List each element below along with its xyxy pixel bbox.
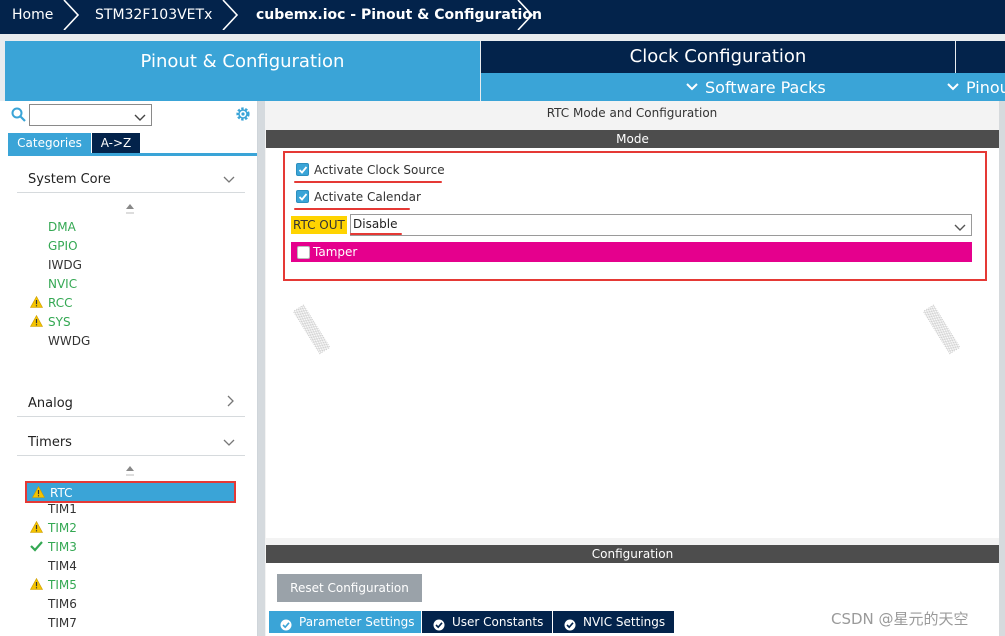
checkbox-checked-icon	[296, 190, 309, 203]
tab-nvic-settings[interactable]: NVIC Settings	[553, 611, 674, 633]
group-timers-label: Timers	[28, 435, 72, 450]
activate-calendar-label: Activate Calendar	[314, 190, 421, 204]
annotation-underline	[294, 181, 442, 183]
csdn-watermark: CSDN @星元的天空	[831, 610, 969, 628]
breadcrumb-home[interactable]: Home	[12, 0, 53, 30]
chevron-down-icon	[223, 173, 235, 187]
chevron-down-icon	[134, 111, 146, 125]
tamper-label: Tamper	[313, 245, 358, 259]
list-item-tim7[interactable]: TIM7	[48, 614, 77, 632]
list-item-tim5[interactable]: TIM5	[48, 576, 77, 594]
chevron-down-icon	[686, 83, 698, 91]
list-item-tim3[interactable]: TIM3	[48, 538, 77, 556]
breadcrumb-separator-icon	[60, 0, 86, 30]
background-watermark: ▒▒▒▒▒▒	[922, 304, 961, 355]
breadcrumb-separator-icon	[514, 0, 540, 30]
pinout-menu[interactable]: Pinout	[946, 73, 1005, 103]
reset-configuration-button[interactable]: Reset Configuration	[277, 574, 422, 602]
sort-icon[interactable]	[125, 465, 135, 480]
list-item-iwdg[interactable]: IWDG	[48, 256, 82, 274]
breadcrumb-current[interactable]: cubemx.ioc - Pinout & Configuration	[256, 0, 542, 30]
tab-nvic-settings-label: NVIC Settings	[583, 615, 666, 629]
gear-icon[interactable]	[234, 105, 252, 126]
tab-underline	[8, 153, 257, 156]
list-item-sys[interactable]: SYS	[48, 313, 71, 331]
search-input[interactable]	[29, 104, 152, 126]
group-analog[interactable]: Analog	[17, 391, 245, 417]
list-item-dma[interactable]: DMA	[48, 218, 76, 236]
check-circle-icon	[280, 616, 292, 636]
tab-parameter-settings-label: Parameter Settings	[299, 615, 415, 629]
rtc-out-label: RTC OUT	[291, 216, 347, 234]
panel-splitter[interactable]	[258, 101, 265, 636]
tab-clock-configuration[interactable]: Clock Configuration	[481, 41, 955, 73]
warning-icon	[29, 520, 44, 536]
list-item-tim1[interactable]: TIM1	[48, 500, 77, 518]
panel-title: RTC Mode and Configuration	[546, 106, 718, 120]
warning-icon	[29, 314, 44, 330]
activate-clock-source-checkbox[interactable]: Activate Clock Source	[296, 161, 445, 179]
annotation-underline	[350, 233, 402, 235]
rtc-mode-configuration-panel: RTC Mode and Configuration Mode Activate…	[265, 101, 1005, 636]
list-item-gpio[interactable]: GPIO	[48, 237, 78, 255]
main-tabs: Pinout & Configuration Clock Configurati…	[0, 34, 1005, 103]
check-icon	[30, 540, 43, 555]
pinout-menu-label: Pinout	[966, 78, 1005, 97]
scrollbar[interactable]	[999, 101, 1005, 636]
list-item-tim6[interactable]: TIM6	[48, 595, 77, 613]
tamper-checkbox[interactable]: Tamper	[291, 242, 972, 262]
background-watermark: ▒▒▒▒▒▒	[292, 304, 331, 355]
warning-icon	[29, 295, 44, 311]
rtc-out-select[interactable]: Disable	[350, 214, 972, 236]
sort-icon[interactable]	[125, 203, 135, 218]
group-system-core-label: System Core	[28, 172, 111, 187]
activate-clock-source-label: Activate Clock Source	[314, 163, 445, 177]
software-packs-menu[interactable]: Software Packs	[685, 73, 826, 103]
list-item-tim4[interactable]: TIM4	[48, 557, 77, 575]
group-system-core[interactable]: System Core	[17, 167, 245, 193]
mode-area: Activate Clock Source Activate Calendar …	[266, 148, 999, 538]
configuration-section-header[interactable]: Configuration	[266, 545, 999, 563]
tab-user-constants-label: User Constants	[452, 615, 544, 629]
chevron-down-icon	[223, 436, 235, 450]
tab-categories[interactable]: Categories	[8, 133, 91, 153]
list-item-tim2[interactable]: TIM2	[48, 519, 77, 537]
check-circle-icon	[433, 616, 445, 636]
annotation-underline	[294, 208, 410, 210]
tab-pinout-configuration[interactable]: Pinout & Configuration	[5, 41, 480, 103]
check-circle-icon	[564, 616, 576, 636]
breadcrumb-separator-icon	[219, 0, 245, 30]
list-item-wwdg[interactable]: WWDG	[48, 332, 90, 350]
tab-user-constants[interactable]: User Constants	[422, 611, 552, 633]
tab-parameter-settings[interactable]: Parameter Settings	[269, 611, 421, 633]
tab-overflow[interactable]	[956, 41, 1005, 73]
list-item-nvic[interactable]: NVIC	[48, 275, 77, 293]
categories-panel: Categories A->Z System Core DMA GPIO IWD…	[0, 101, 258, 636]
chevron-down-icon	[954, 221, 966, 235]
activate-calendar-checkbox[interactable]: Activate Calendar	[296, 188, 421, 206]
sub-tabs: Software Packs Pinout	[481, 73, 1005, 103]
chevron-down-icon	[947, 83, 959, 91]
tab-a-z[interactable]: A->Z	[92, 133, 140, 153]
group-analog-label: Analog	[28, 396, 73, 411]
rtc-out-value: Disable	[353, 217, 398, 231]
warning-icon	[29, 577, 44, 593]
software-packs-label: Software Packs	[705, 78, 826, 97]
breadcrumb-mcu[interactable]: STM32F103VETx	[95, 0, 212, 30]
checkbox-unchecked-icon	[297, 246, 310, 259]
breadcrumb: Home STM32F103VETx cubemx.ioc - Pinout &…	[0, 0, 1005, 34]
list-item-rcc[interactable]: RCC	[48, 294, 73, 312]
chevron-right-icon	[227, 395, 235, 410]
mode-section-header[interactable]: Mode	[266, 130, 999, 148]
search-icon[interactable]	[11, 107, 27, 126]
checkbox-checked-icon	[296, 163, 309, 176]
warning-icon	[31, 485, 46, 501]
group-timers[interactable]: Timers	[17, 430, 245, 456]
